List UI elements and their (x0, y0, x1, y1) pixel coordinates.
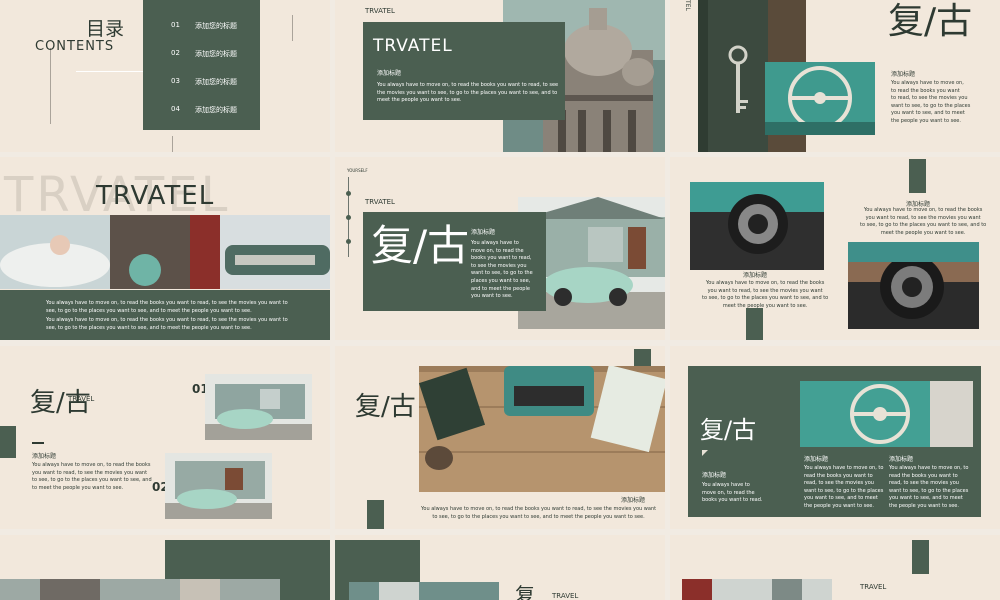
partial-photo (682, 579, 832, 600)
slide-6-cameras[interactable]: 添加标题 You always have to move on, to read… (670, 157, 1000, 340)
divider-line (292, 15, 293, 41)
slide-title: TRVATEL (96, 181, 215, 211)
contents-item-label[interactable]: 添加您的标题 (195, 21, 237, 31)
slide-subtitle: 添加标题 (702, 472, 727, 479)
slide-9-typewriter[interactable]: 复/古 添加标题 You always have to move on, to … (335, 346, 665, 529)
main-panel: 复/古 添加标题 You always have to move on, to … (688, 366, 981, 517)
slide-2-trvatel[interactable]: TRVATEL TRVATEL 添加标题 You always have to … (335, 0, 665, 152)
divider-line (172, 136, 173, 152)
slide-body: You always have to move on, to read the … (702, 280, 829, 309)
contents-title-en: CONTENTS (35, 39, 115, 54)
accent-block (0, 426, 16, 458)
slide-8-travel[interactable]: 复/古 TRAVEL 添加标题 You always have to move … (0, 346, 330, 529)
retro-big-title: 复 (515, 583, 535, 600)
camera-photo (690, 182, 824, 270)
small-label: TRAVEL (860, 583, 887, 591)
vintage-cars-photo (0, 215, 330, 289)
slide-body: You always have to move on, to read the … (421, 506, 657, 520)
contents-panel: 01 添加您的标题 02 添加您的标题 03 添加您的标题 04 添加您的标题 (143, 0, 260, 130)
slide-11-partial[interactable] (0, 535, 330, 600)
text-panel: TRVATEL 添加标题 You always have to move on,… (363, 22, 565, 120)
divider-line (50, 48, 51, 124)
accent-block (367, 500, 384, 529)
small-label: TRVATEL (365, 198, 395, 206)
slide-body: You always have to move on, to read the … (702, 482, 763, 504)
retro-big-title: 复/古 (700, 416, 757, 444)
typewriter-photo (419, 366, 665, 492)
slide-title: TRVATEL (373, 36, 453, 56)
slide-subtitle: 添加标题 (471, 229, 496, 236)
column-body: You always have to move on, to read the … (889, 465, 969, 509)
slide-body: You always have to move on, to read the … (32, 462, 152, 491)
house-photo-2 (165, 453, 272, 519)
slide-13-partial[interactable]: TRAVEL (670, 535, 1000, 600)
contents-item-num: 02 (171, 49, 180, 57)
house-photo-1 (205, 374, 312, 440)
slide-body: You always have to move on, to read the … (46, 317, 288, 331)
side-label: TEL (684, 0, 691, 11)
timeline-dot (346, 191, 351, 196)
slide-4-trvatel-cars[interactable]: TRVATEL TRVATEL You always have to move … (0, 157, 330, 340)
camera-photo-2 (848, 242, 979, 329)
slide-3-retro[interactable]: TEL 复/古 添加标题 You always have to move on,… (670, 0, 1000, 152)
timeline-dot (346, 215, 351, 220)
retro-big-title: 复/古 (355, 392, 416, 422)
retro-big-title: 复/古 (888, 1, 973, 42)
slide-5-retro-beetle[interactable]: YOURSELF TRVATEL 复/古 添加标题 You always hav… (335, 157, 665, 340)
text-band: You always have to move on, to read the … (0, 290, 330, 340)
slide-subtitle: 添加标题 (891, 71, 916, 78)
contents-item-label[interactable]: 添加您的标题 (195, 77, 237, 87)
slide-12-partial[interactable]: 复 TRAVEL (335, 535, 665, 600)
partial-photo (349, 582, 499, 600)
slide-body: You always have to move on, to read the … (471, 240, 533, 300)
contents-item-num: 03 (171, 77, 180, 85)
tag-label: YOURSELF (347, 168, 368, 173)
contents-item-label[interactable]: 添加您的标题 (195, 105, 237, 115)
column-body: You always have to move on, to read the … (804, 465, 884, 509)
small-label: TRAVEL (552, 592, 579, 600)
slide-body: You always have to move on, to read the … (46, 300, 288, 314)
slide-body: You always have to move on, to read the … (860, 207, 987, 236)
slide-1-contents[interactable]: 目录 CONTENTS 01 添加您的标题 02 添加您的标题 03 添加您的标… (0, 0, 330, 152)
contents-title-cn: 目录 (86, 18, 125, 40)
contents-item-num: 04 (171, 105, 180, 113)
steering-wheel-photo-2 (800, 381, 973, 447)
slide-subtitle: 添加标题 (377, 70, 402, 77)
column-title: 添加标题 (804, 456, 829, 463)
timeline-dot (346, 239, 351, 244)
accent-block (912, 540, 929, 574)
street-photo (0, 579, 280, 600)
slide-body: You always have to move on, to read the … (377, 82, 559, 104)
accent-dash (32, 442, 44, 444)
text-panel: 复/古 添加标题 You always have to move on, to … (363, 212, 546, 311)
slide-body: You always have to move on, to read the … (891, 80, 971, 124)
slide-subtitle: 添加标题 (621, 497, 646, 504)
slide-subtitle: 添加标题 (32, 453, 57, 460)
slide-subtitle: 添加标题 (743, 272, 768, 279)
slide-10-retro-green[interactable]: 复/古 添加标题 You always have to move on, to … (670, 346, 1000, 529)
accent-block (746, 308, 763, 340)
steering-wheel-photo (765, 62, 875, 135)
small-label: TRAVEL (68, 395, 95, 403)
corner-mark (702, 450, 708, 456)
accent-block (909, 159, 926, 193)
contents-item-label[interactable]: 添加您的标题 (195, 49, 237, 59)
retro-big-title: 复/古 (371, 221, 470, 270)
small-label: TRVATEL (365, 7, 395, 15)
column-title: 添加标题 (889, 456, 914, 463)
contents-item-num: 01 (171, 21, 180, 29)
